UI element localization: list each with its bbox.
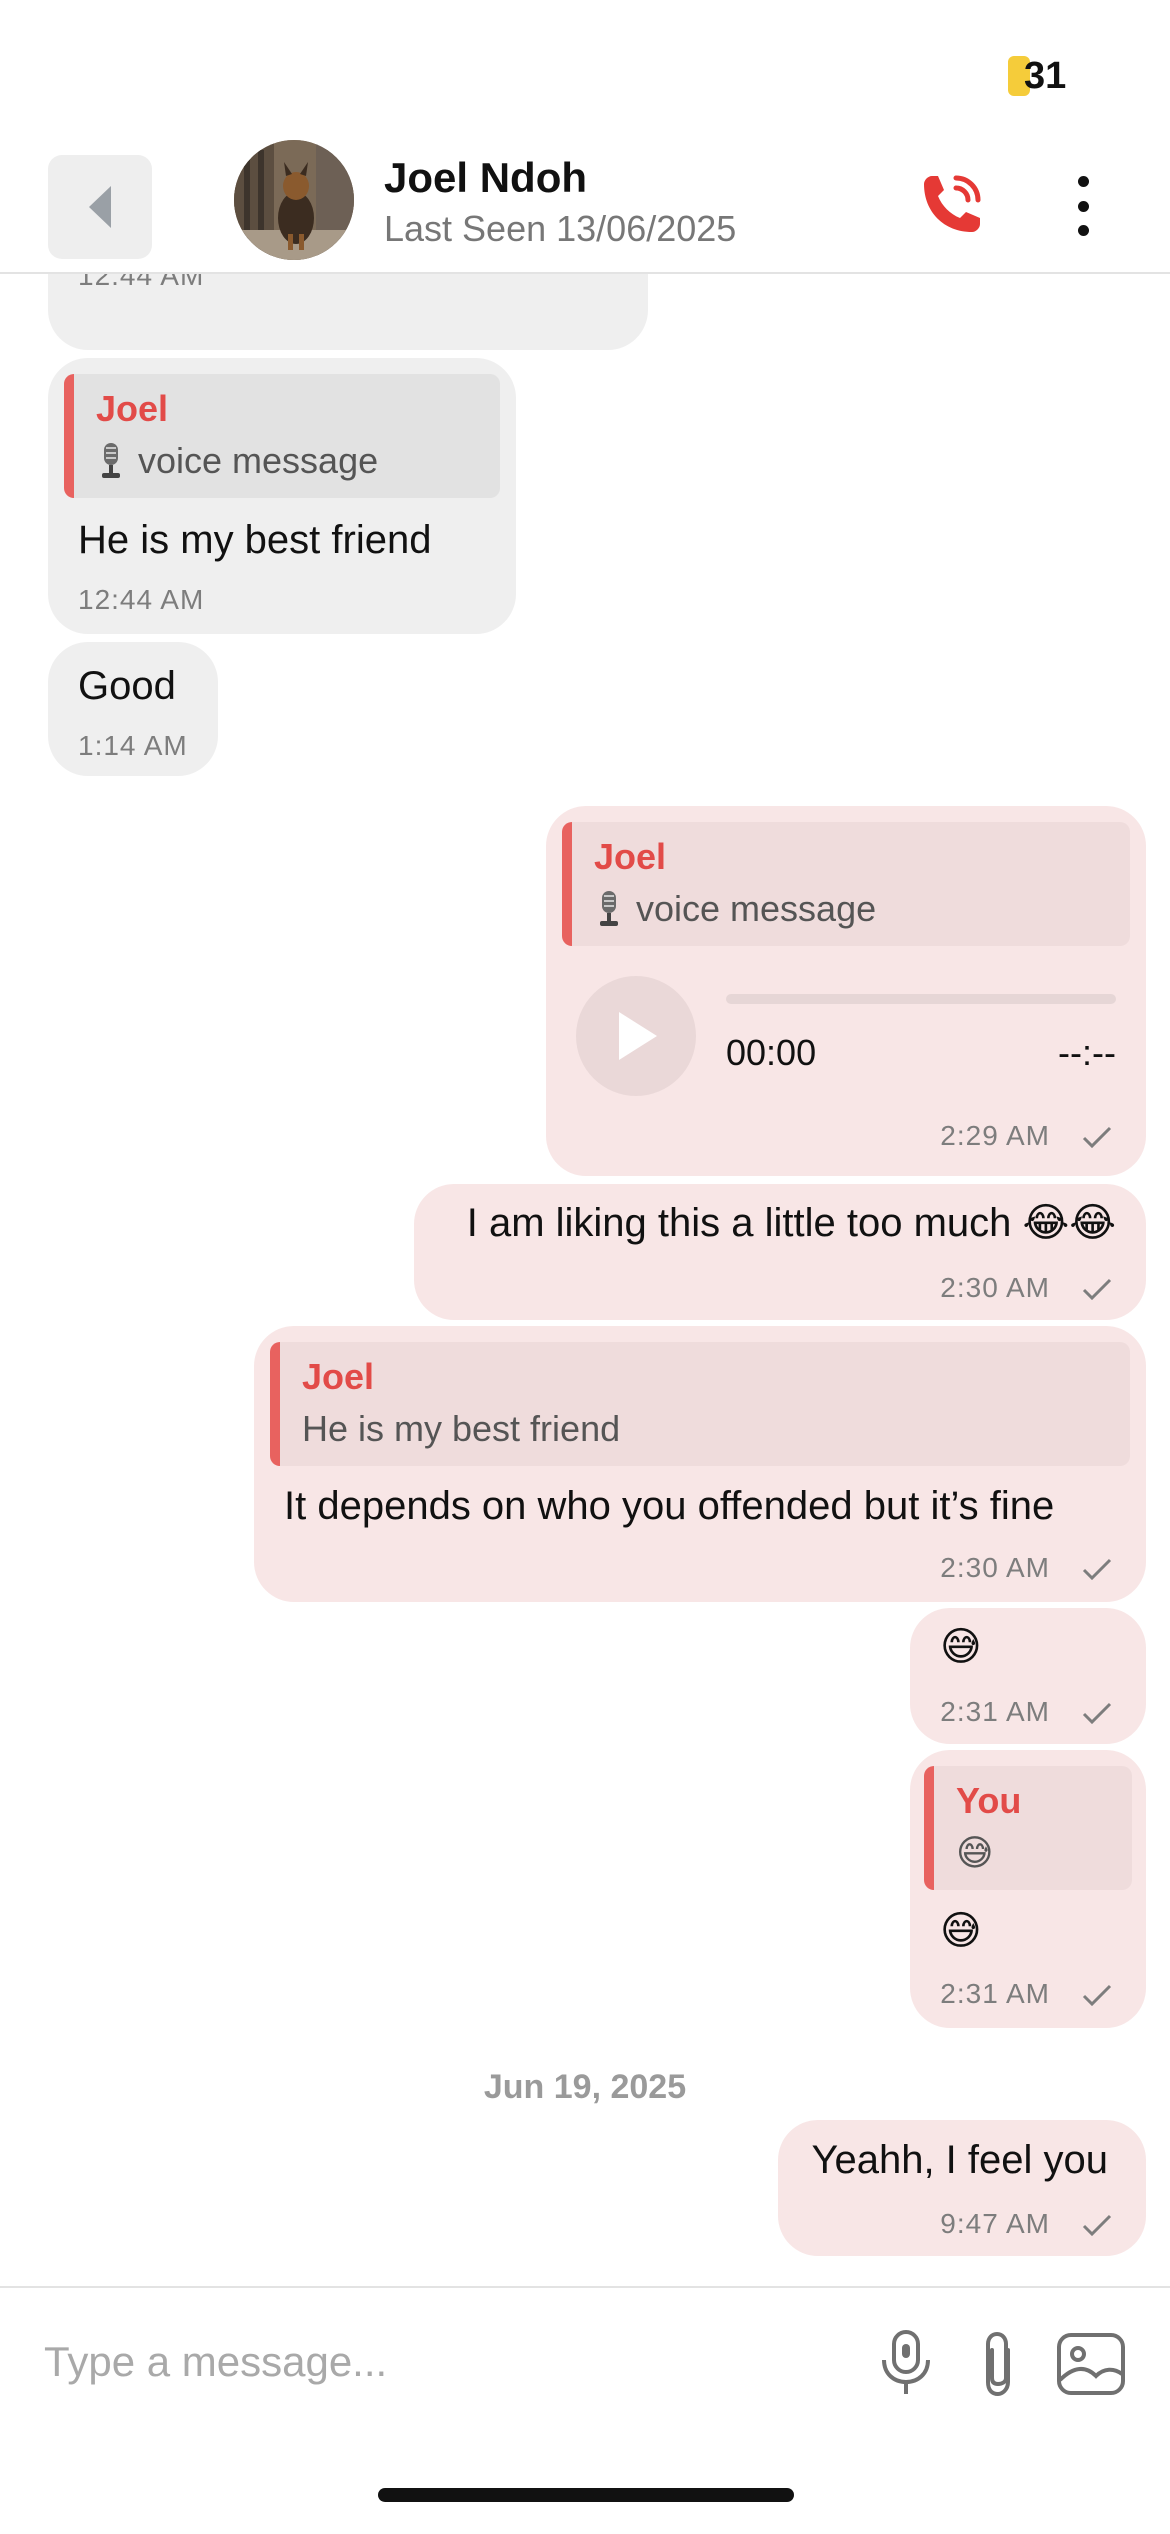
message-text: I am liking this a little too much 😂😂: [466, 1201, 1116, 1245]
message-time: 2:29 AM: [940, 1120, 1050, 1151]
message-time: 12:44 AM: [78, 584, 205, 615]
message-incoming[interactable]: Joel voice message He is my best friend …: [48, 358, 516, 634]
image-icon[interactable]: [1056, 2332, 1126, 2396]
phone-ringing-icon: [924, 175, 981, 232]
sent-check-icon: [1082, 1702, 1112, 1724]
quote-body: voice message: [636, 888, 877, 929]
message-outgoing[interactable]: I am liking this a little too much 😂😂 2:…: [414, 1184, 1146, 1320]
dog-photo: [234, 140, 354, 260]
call-button[interactable]: [916, 170, 986, 240]
more-options-button[interactable]: [1060, 176, 1106, 236]
message-outgoing[interactable]: 😅 2:31 AM: [910, 1608, 1146, 1744]
quote-bar: [562, 822, 572, 946]
message-emoji: 😅: [940, 1909, 982, 1953]
contact-name[interactable]: Joel Ndoh: [384, 154, 587, 202]
quote-author: Joel: [594, 836, 667, 877]
quote-author: Joel: [96, 388, 169, 429]
quote-bar: [64, 374, 74, 498]
quote-body: He is my best friend: [302, 1408, 621, 1449]
microphone-icon: [102, 443, 120, 478]
play-button[interactable]: [576, 976, 696, 1096]
message-outgoing[interactable]: You 😅 😅 2:31 AM: [910, 1750, 1146, 2028]
message-time: 2:30 AM: [940, 1272, 1050, 1303]
microphone-icon: [600, 891, 618, 926]
chat-header: Joel Ndoh Last Seen 13/06/2025: [0, 140, 1170, 274]
quote-bar: [270, 1342, 280, 1466]
dot: [1077, 200, 1089, 212]
reply-quote[interactable]: You 😅: [924, 1766, 1132, 1890]
reply-quote[interactable]: Joel voice message: [64, 374, 500, 498]
sent-check-icon: [1082, 2214, 1112, 2236]
voice-progress-bar[interactable]: [726, 994, 1116, 1004]
quote-bar: [924, 1766, 934, 1890]
dot: [1077, 225, 1089, 236]
status-bar: 31: [0, 0, 1170, 140]
voice-elapsed: 00:00: [726, 1032, 817, 1073]
home-indicator[interactable]: [378, 2488, 794, 2502]
message-time: 2:31 AM: [940, 1696, 1050, 1727]
message-emoji: 😅: [940, 1625, 982, 1669]
sent-check-icon: [1082, 1126, 1112, 1148]
back-button[interactable]: [48, 155, 152, 259]
reply-quote[interactable]: Joel voice message: [562, 822, 1130, 946]
sent-check-icon: [1082, 1278, 1112, 1300]
sent-check-icon: [1082, 1984, 1112, 2006]
microphone-icon[interactable]: [878, 2328, 934, 2398]
message-outgoing[interactable]: Joel voice message 00:00 --:-- 2:29 AM: [546, 806, 1146, 1176]
message-time: 9:47 AM: [940, 2208, 1050, 2239]
quote-author: You: [956, 1780, 1022, 1821]
battery-indicator: 31: [1008, 54, 1067, 97]
last-seen-status: Last Seen 13/06/2025: [384, 208, 737, 249]
quote-body: voice message: [138, 440, 379, 481]
reply-quote[interactable]: Joel He is my best friend: [270, 1342, 1130, 1466]
chevron-left-icon: [89, 186, 111, 228]
message-incoming[interactable]: Good 1:14 AM: [48, 642, 218, 776]
message-list[interactable]: 12:44 AM Joel voice message He is my bes…: [0, 274, 1170, 2284]
message-text: Good: [78, 664, 176, 708]
message-time: 1:14 AM: [78, 730, 188, 761]
paperclip-icon[interactable]: [978, 2330, 1018, 2400]
avatar[interactable]: [234, 140, 354, 260]
message-incoming[interactable]: 12:44 AM: [48, 274, 648, 350]
message-text: He is my best friend: [78, 518, 432, 562]
voice-duration: --:--: [1058, 1032, 1116, 1073]
message-outgoing[interactable]: Yeahh, I feel you 9:47 AM: [778, 2120, 1146, 2256]
message-text: It depends on who you offended but it’s …: [284, 1484, 1055, 1528]
message-time: 2:30 AM: [940, 1552, 1050, 1583]
quote-body: 😅: [956, 1832, 994, 1873]
message-outgoing[interactable]: Joel He is my best friend It depends on …: [254, 1326, 1146, 1602]
message-time: 2:31 AM: [940, 1978, 1050, 2009]
message-text: Yeahh, I feel you: [811, 2138, 1108, 2182]
quote-author: Joel: [302, 1356, 375, 1397]
date-separator: Jun 19, 2025: [483, 2068, 687, 2106]
message-input[interactable]: Type a message...: [44, 2338, 387, 2386]
dot: [1077, 176, 1089, 187]
play-icon: [619, 1012, 657, 1060]
message-time: 12:44 AM: [78, 274, 205, 291]
sent-check-icon: [1082, 1558, 1112, 1580]
battery-level: 31: [1024, 54, 1067, 97]
